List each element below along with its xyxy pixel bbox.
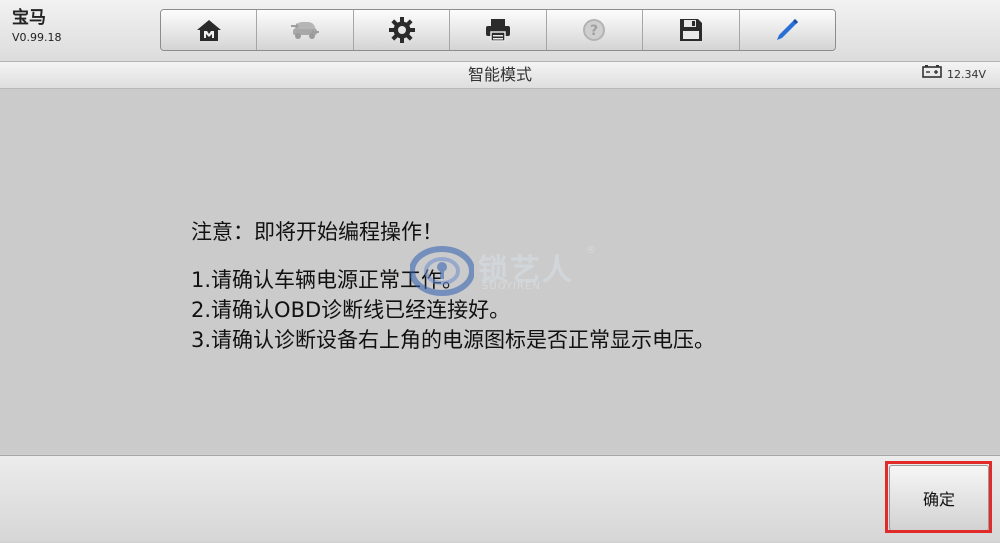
watermark-logo-icon [409,246,475,305]
watermark-registered-mark: ® [586,245,596,256]
watermark: 锁艺人 ® SUOYIREN [409,241,610,301]
app-version: V0.99.18 [12,31,62,44]
pen-icon [773,16,801,44]
notice-item-3: 3.请确认诊断设备右上角的电源图标是否正常显示电压。 [191,328,716,352]
app-name: 宝马 [12,8,46,28]
gear-icon [388,16,416,44]
print-button[interactable] [450,10,547,50]
settings-button[interactable] [353,10,451,50]
battery-icon [922,62,942,88]
home-button[interactable] [161,10,258,50]
help-icon: ? [580,16,608,44]
vehicle-swap-icon [289,17,321,43]
content-area: 注意：即将开始编程操作！ 1.请确认车辆电源正常工作。 2.请确认OBD诊断线已… [0,89,1000,533]
bottom-bar: 确定 [0,455,1000,542]
top-bar: 宝马 V0.99.18 ? [0,0,1000,62]
confirm-button[interactable]: 确定 [889,465,989,531]
page-title: 智能模式 [467,65,532,84]
battery-voltage: 12.34V [946,68,986,81]
home-icon [194,17,224,43]
toolbar: ? [160,9,836,51]
vehicle-swap-button[interactable] [257,10,354,50]
save-icon [678,17,704,43]
title-bar: 智能模式 12.34V [0,62,1000,89]
watermark-subtext: SUOYIREN [482,281,541,292]
help-button[interactable]: ? [546,10,644,50]
svg-text:?: ? [590,23,598,39]
app-brand: 宝马 V0.99.18 [12,8,62,46]
battery-status: 12.34V [922,62,986,88]
save-button[interactable] [643,10,740,50]
edit-button[interactable] [739,10,835,50]
printer-icon [483,17,513,43]
